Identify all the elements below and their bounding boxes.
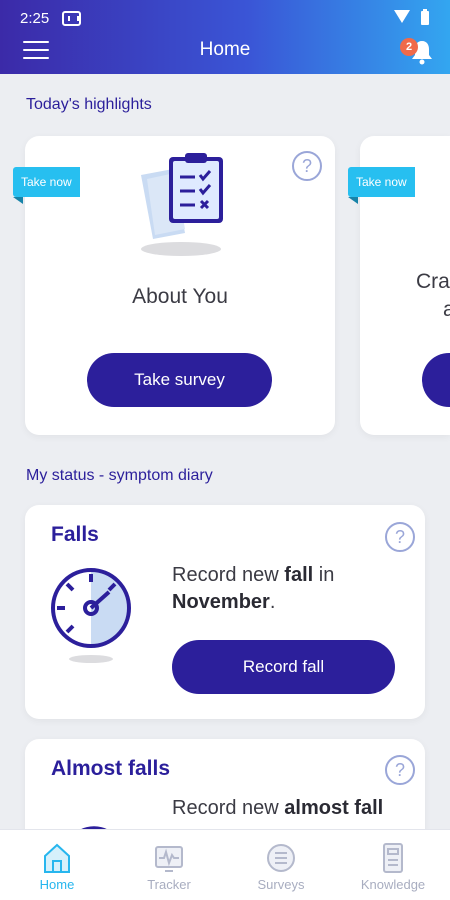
tracker-icon [155,846,183,872]
wifi-icon [394,10,410,23]
battery-icon [421,9,429,25]
nav-home[interactable]: Home [1,830,113,900]
surveys-icon [267,844,295,872]
take-now-ribbon: Take now [13,167,80,204]
record-fall-button[interactable]: Record fall [172,640,395,694]
knowledge-icon [383,843,403,873]
status-time: 2:25 [20,10,50,27]
page-title: Home [199,39,251,60]
diary-card-falls: Falls ? Record new fall in November. Rec… [25,505,425,719]
nav-label-surveys: Surveys [257,877,305,892]
nav-surveys[interactable]: Surveys [225,830,337,900]
nav-tracker[interactable]: Tracker [113,830,225,900]
diary-card-title: Falls [51,523,99,546]
survey-card-partial-title-line2: a [443,298,450,321]
nav-label-tracker: Tracker [147,877,191,892]
clipboard-illustration [141,153,223,256]
diary-section-title: My status - symptom diary [26,467,213,484]
take-now-ribbon-2: Take now [348,167,415,204]
nav-knowledge[interactable]: Knowledge [337,830,449,900]
survey-card-title: About You [132,285,228,308]
home-icon [44,843,70,873]
survey-card-partial-title-line1: Cra [416,270,450,293]
status-bar: 2:25 [0,0,450,36]
diary-card-text: Record new almost fall [172,797,384,819]
highlights-section-title: Today's highlights [26,96,152,113]
diary-card-text: Record new fall in November. [172,564,335,613]
status-notification-icon [62,11,81,26]
survey-card-partial-button[interactable] [422,353,450,407]
app-header: 2:25 Home 2 [0,0,450,74]
nav-label-home: Home [39,877,75,892]
diary-card-title: Almost falls [51,757,171,780]
bottom-nav: Home Tracker Surveys Knowledge [0,829,450,900]
help-icon[interactable]: ? [292,151,322,181]
help-icon[interactable]: ? [385,522,415,552]
help-icon[interactable]: ? [385,755,415,785]
nav-label-knowledge: Knowledge [360,877,426,892]
take-survey-button[interactable]: Take survey [87,353,272,407]
notification-badge: 2 [400,38,418,56]
gauge-icon [51,568,131,663]
